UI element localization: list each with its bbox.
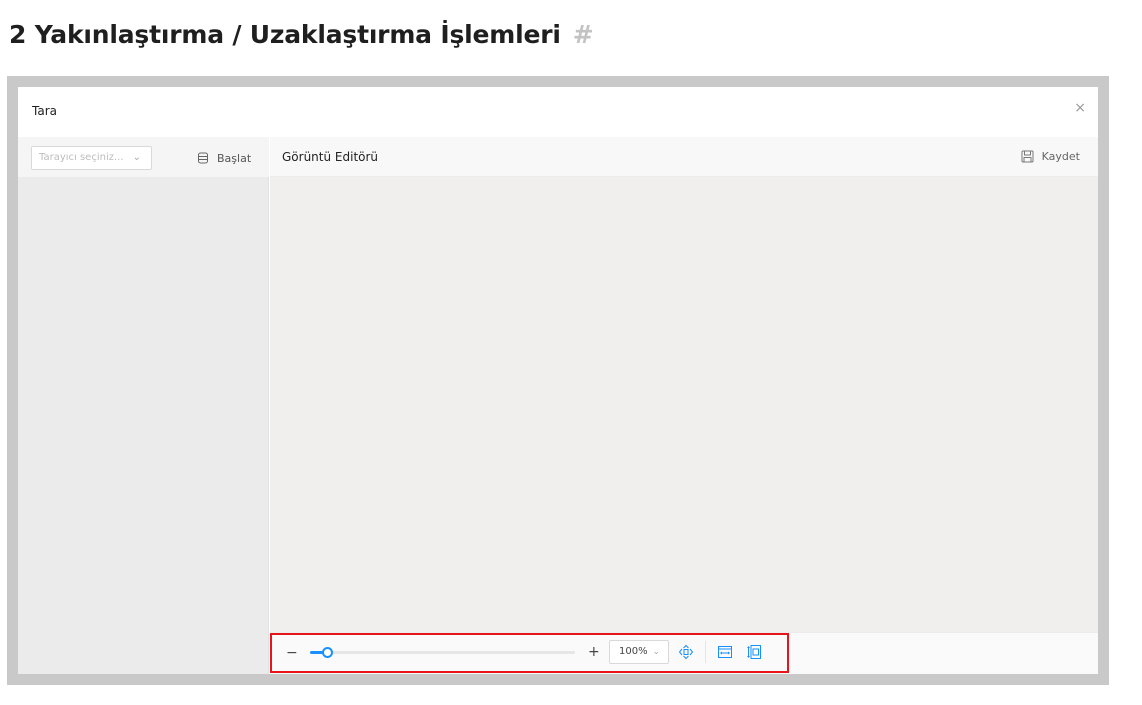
save-icon <box>1021 150 1034 163</box>
scan-dialog: Tara × Tarayıcı seçiniz... ⌄ Başlat Görü… <box>18 87 1098 674</box>
save-button[interactable]: Kaydet <box>1021 150 1080 163</box>
heading-anchor-link[interactable]: # <box>573 20 594 49</box>
scanner-select[interactable]: Tarayıcı seçiniz... ⌄ <box>31 146 152 170</box>
screenshot-frame: Tara × Tarayıcı seçiniz... ⌄ Başlat Görü… <box>7 76 1109 685</box>
scanner-panel: Tarayıcı seçiniz... ⌄ Başlat <box>18 137 269 674</box>
scanner-select-placeholder: Tarayıcı seçiniz... <box>39 152 124 163</box>
image-editor-panel: Görüntü Editörü Kaydet − + 100% ⌄ <box>270 137 1098 674</box>
start-label: Başlat <box>217 151 252 165</box>
zoom-toolbar-highlight <box>270 633 789 673</box>
save-label: Kaydet <box>1041 150 1080 163</box>
heading-title: 2 Yakınlaştırma / Uzaklaştırma İşlemleri <box>9 19 561 49</box>
dialog-title: Tara <box>32 104 57 118</box>
editor-toolbar: Görüntü Editörü Kaydet <box>270 137 1098 177</box>
scanner-toolbar: Tarayıcı seçiniz... ⌄ Başlat <box>18 137 269 177</box>
scanner-icon <box>198 152 208 164</box>
chevron-down-icon: ⌄ <box>132 152 141 163</box>
page-heading: 2 Yakınlaştırma / Uzaklaştırma İşlemleri… <box>9 14 594 54</box>
close-icon[interactable]: × <box>1074 101 1086 115</box>
editor-title: Görüntü Editörü <box>282 150 379 164</box>
start-button[interactable]: Başlat <box>197 150 251 166</box>
image-canvas[interactable] <box>270 178 1098 632</box>
